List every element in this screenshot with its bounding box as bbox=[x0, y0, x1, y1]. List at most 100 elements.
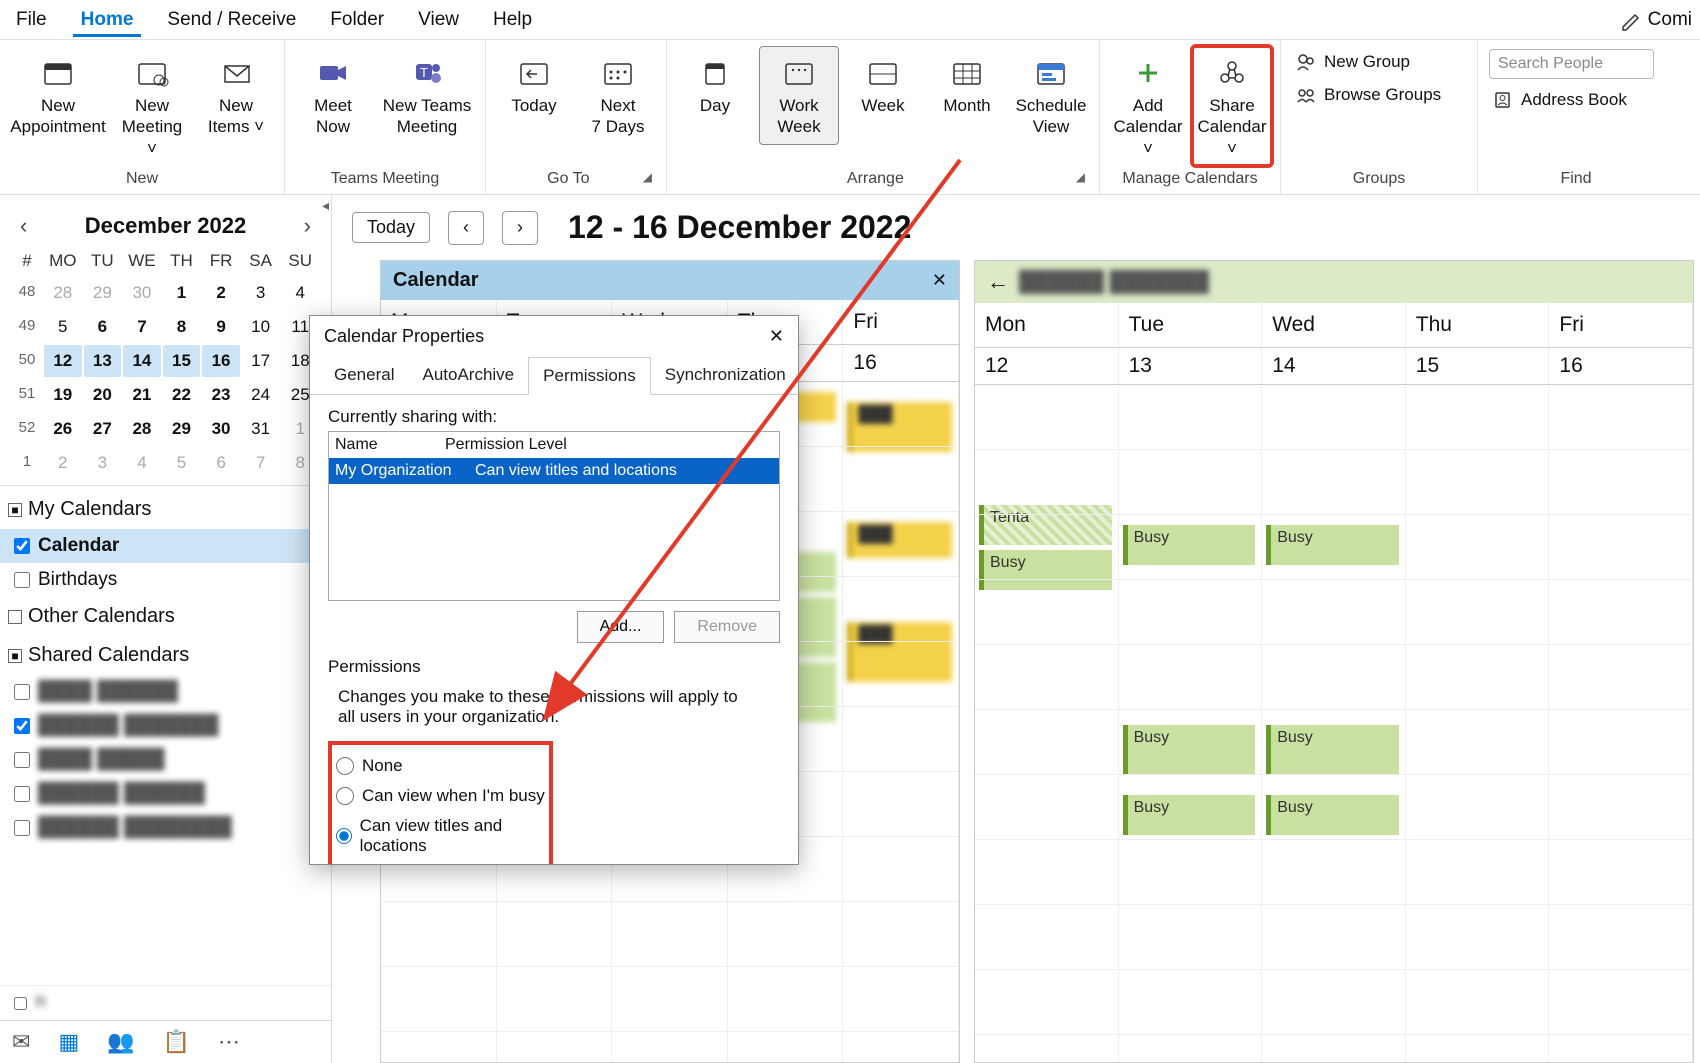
coming-soon[interactable]: Comi bbox=[1620, 9, 1692, 31]
next-7-days-button[interactable]: Next7 Days bbox=[578, 46, 658, 145]
day-cell[interactable]: 2 bbox=[44, 447, 82, 479]
day-column[interactable]: Busy Busy Busy bbox=[1119, 385, 1263, 1062]
day-column[interactable] bbox=[1406, 385, 1550, 1062]
work-week-button[interactable]: WorkWeek bbox=[759, 46, 839, 145]
calendar-event[interactable]: Busy bbox=[1266, 795, 1399, 835]
calendar-item[interactable]: ████ █████ bbox=[0, 743, 331, 777]
tasks-icon[interactable]: 📋 bbox=[163, 1029, 190, 1055]
calendar-event[interactable]: ███ bbox=[847, 522, 952, 558]
calendar-event[interactable]: Busy bbox=[1266, 525, 1399, 565]
new-meeting-button[interactable]: NewMeeting ˅ bbox=[112, 46, 192, 166]
day-cell[interactable]: 6 bbox=[84, 311, 122, 343]
calendar-item[interactable]: Calendar bbox=[0, 529, 331, 563]
day-column[interactable]: Busy Busy Busy bbox=[1262, 385, 1406, 1062]
calendar-event[interactable]: Busy bbox=[1123, 725, 1256, 775]
next-month-button[interactable]: › bbox=[298, 211, 317, 241]
remove-button[interactable]: Remove bbox=[674, 611, 780, 643]
browse-groups[interactable]: Browse Groups bbox=[1292, 82, 1445, 107]
dialog-close-button[interactable]: ✕ bbox=[769, 326, 784, 347]
menu-send-receive[interactable]: Send / Receive bbox=[159, 3, 304, 37]
day-cell[interactable]: 4 bbox=[281, 277, 319, 309]
calendar-checkbox[interactable] bbox=[14, 572, 30, 588]
mail-icon[interactable]: ✉ bbox=[12, 1029, 30, 1055]
calendar-checkbox[interactable] bbox=[14, 786, 30, 802]
day-cell[interactable]: 5 bbox=[163, 447, 201, 479]
calendar-checkbox[interactable] bbox=[14, 752, 30, 768]
calendar-icon[interactable]: ▦ bbox=[58, 1029, 79, 1055]
day-cell[interactable]: 6 bbox=[202, 447, 240, 479]
new-items-button[interactable]: NewItems ˅ bbox=[196, 46, 276, 145]
close-left-calendar[interactable]: ✕ bbox=[932, 270, 947, 291]
week-button[interactable]: Week bbox=[843, 46, 923, 123]
dialog-launcher-icon[interactable]: ◢ bbox=[1076, 170, 1091, 184]
dialog-launcher-icon[interactable]: ◢ bbox=[643, 170, 658, 184]
day-cell[interactable]: 13 bbox=[84, 345, 122, 377]
day-cell[interactable]: 30 bbox=[123, 277, 161, 309]
calendar-event[interactable]: Busy bbox=[1266, 725, 1399, 775]
sharing-list[interactable]: Name Permission Level My Organization Ca… bbox=[328, 431, 780, 601]
menu-file[interactable]: File bbox=[8, 3, 55, 37]
collapse-sidebar-icon[interactable]: ◂ bbox=[322, 197, 329, 214]
next-week-button[interactable]: › bbox=[502, 211, 538, 245]
day-column[interactable]: TentaBusy bbox=[975, 385, 1119, 1062]
day-cell[interactable]: 3 bbox=[84, 447, 122, 479]
calendar-checkbox[interactable] bbox=[14, 718, 30, 734]
day-cell[interactable]: 9 bbox=[202, 311, 240, 343]
day-cell[interactable]: 21 bbox=[123, 379, 161, 411]
menu-view[interactable]: View bbox=[410, 3, 467, 37]
month-button[interactable]: Month bbox=[927, 46, 1007, 123]
back-arrow-icon[interactable]: ← bbox=[987, 269, 1009, 295]
permission-radio-input[interactable] bbox=[336, 787, 354, 805]
calendar-item[interactable]: ████ ██████ bbox=[0, 675, 331, 709]
day-cell[interactable]: 3 bbox=[242, 277, 280, 309]
new-group[interactable]: New Group bbox=[1292, 49, 1414, 74]
new-appointment-button[interactable]: NewAppointment bbox=[8, 46, 108, 145]
search-people-input[interactable]: Search People bbox=[1489, 49, 1654, 79]
day-cell[interactable]: 12 bbox=[44, 345, 82, 377]
day-cell[interactable]: 31 bbox=[242, 413, 280, 445]
dialog-tab-autoarchive[interactable]: AutoArchive bbox=[408, 357, 528, 394]
more-icon[interactable]: ⋯ bbox=[218, 1029, 240, 1055]
calendar-checkbox[interactable] bbox=[14, 684, 30, 700]
add-button[interactable]: Add... bbox=[577, 611, 665, 643]
calendar-event[interactable]: Busy bbox=[1123, 525, 1256, 565]
day-cell[interactable]: 26 bbox=[44, 413, 82, 445]
day-cell[interactable]: 4 bbox=[123, 447, 161, 479]
day-cell[interactable]: 1 bbox=[163, 277, 201, 309]
dialog-tab-general[interactable]: General bbox=[320, 357, 408, 394]
day-cell[interactable]: 15 bbox=[163, 345, 201, 377]
calendar-item[interactable]: Birthdays bbox=[0, 563, 331, 597]
calendar-event[interactable]: Busy bbox=[1123, 795, 1256, 835]
day-cell[interactable]: 24 bbox=[242, 379, 280, 411]
calendar-group[interactable]: Other Calendars bbox=[0, 597, 331, 636]
footer-checkbox[interactable] bbox=[14, 997, 27, 1010]
today-button[interactable]: Today bbox=[352, 212, 430, 243]
dialog-tab-synchronization[interactable]: Synchronization bbox=[651, 357, 800, 394]
day-cell[interactable]: 16 bbox=[202, 345, 240, 377]
day-cell[interactable]: 8 bbox=[163, 311, 201, 343]
sharing-row[interactable]: My Organization Can view titles and loca… bbox=[329, 458, 779, 484]
day-cell[interactable]: 7 bbox=[242, 447, 280, 479]
calendar-item[interactable]: ██████ ███████ bbox=[0, 709, 331, 743]
calendar-event[interactable]: Busy bbox=[979, 550, 1112, 590]
calendar-group[interactable]: ■Shared Calendars bbox=[0, 636, 331, 675]
prev-week-button[interactable]: ‹ bbox=[448, 211, 484, 245]
menu-folder[interactable]: Folder bbox=[322, 3, 392, 37]
day-cell[interactable]: 30 bbox=[202, 413, 240, 445]
menu-help[interactable]: Help bbox=[485, 3, 540, 37]
day-cell[interactable]: 23 bbox=[202, 379, 240, 411]
share-calendar-button[interactable]: ShareCalendar ˅ bbox=[1192, 46, 1272, 166]
calendar-checkbox[interactable] bbox=[14, 538, 30, 554]
day-cell[interactable]: 29 bbox=[163, 413, 201, 445]
calendar-event[interactable]: ███ bbox=[847, 622, 952, 682]
calendar-event[interactable]: ███ bbox=[847, 402, 952, 452]
day-column[interactable] bbox=[1549, 385, 1693, 1062]
schedule-view-button[interactable]: ScheduleView bbox=[1011, 46, 1091, 145]
calendar-group[interactable]: ■My Calendars bbox=[0, 490, 331, 529]
new-teams-meeting-button[interactable]: TNew TeamsMeeting bbox=[377, 46, 477, 145]
day-cell[interactable]: 17 bbox=[242, 345, 280, 377]
today-button[interactable]: Today bbox=[494, 46, 574, 123]
day-cell[interactable]: 22 bbox=[163, 379, 201, 411]
meet-now-button[interactable]: MeetNow bbox=[293, 46, 373, 145]
day-cell[interactable]: 5 bbox=[44, 311, 82, 343]
